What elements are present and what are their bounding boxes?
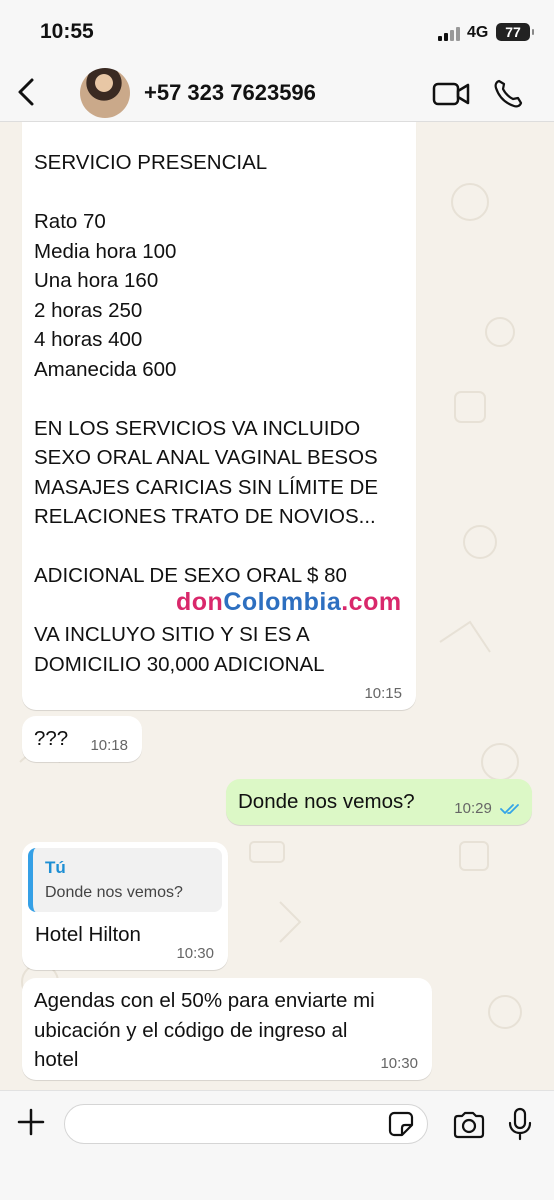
message-input[interactable] xyxy=(64,1104,428,1144)
battery-indicator: 77 xyxy=(496,23,534,41)
avatar[interactable] xyxy=(80,68,130,118)
signal-icon xyxy=(438,27,462,41)
watermark-part-3: .com xyxy=(341,588,402,616)
read-ticks-icon xyxy=(500,804,519,814)
message-time: 10:30 xyxy=(380,1055,418,1072)
mic-icon[interactable] xyxy=(508,1107,532,1141)
reply-quote[interactable]: Tú Donde nos vemos? xyxy=(28,848,222,912)
sticker-icon[interactable] xyxy=(388,1111,414,1137)
message-time: 10:15 xyxy=(364,685,402,702)
camera-icon[interactable] xyxy=(452,1111,486,1139)
video-call-icon[interactable] xyxy=(432,80,470,108)
plus-icon[interactable] xyxy=(16,1107,46,1137)
message-bubble-incoming[interactable]: ??? 10:18 xyxy=(22,716,142,762)
message-time: 10:29 xyxy=(454,800,492,817)
watermark-part-2: Colombia xyxy=(223,588,342,616)
status-time: 10:55 xyxy=(40,20,94,43)
watermark: donColombia.com xyxy=(176,588,402,617)
message-bubble-outgoing[interactable]: Donde nos vemos? 10:29 xyxy=(226,779,532,825)
message-time: 10:18 xyxy=(90,737,128,754)
back-icon[interactable] xyxy=(12,76,42,108)
chat-area: SERVICIO PRESENCIAL Rato 70 Media hora 1… xyxy=(0,122,554,1090)
message-bubble-incoming[interactable]: SERVICIO PRESENCIAL Rato 70 Media hora 1… xyxy=(22,122,416,710)
reply-author: Tú xyxy=(45,858,66,877)
message-bubble-incoming[interactable]: Agendas con el 50% para enviarte mi ubic… xyxy=(22,978,432,1080)
message-time-wrap: 10:29 xyxy=(454,800,522,817)
contact-name[interactable]: +57 323 7623596 xyxy=(144,80,316,106)
watermark-part-1: don xyxy=(176,588,224,616)
network-type: 4G xyxy=(467,24,489,41)
composer-bar xyxy=(0,1090,554,1200)
reply-text: Donde nos vemos? xyxy=(45,884,183,901)
phone-icon[interactable] xyxy=(492,78,524,110)
message-time: 10:30 xyxy=(176,945,214,962)
status-bar: 10:55 4G 77 xyxy=(0,0,554,62)
message-text: Agendas con el 50% para enviarte mi ubic… xyxy=(34,989,375,1071)
chat-header: +57 323 7623596 xyxy=(0,62,554,122)
message-bubble-incoming[interactable]: Tú Donde nos vemos? Hotel Hilton 10:30 xyxy=(22,842,228,970)
